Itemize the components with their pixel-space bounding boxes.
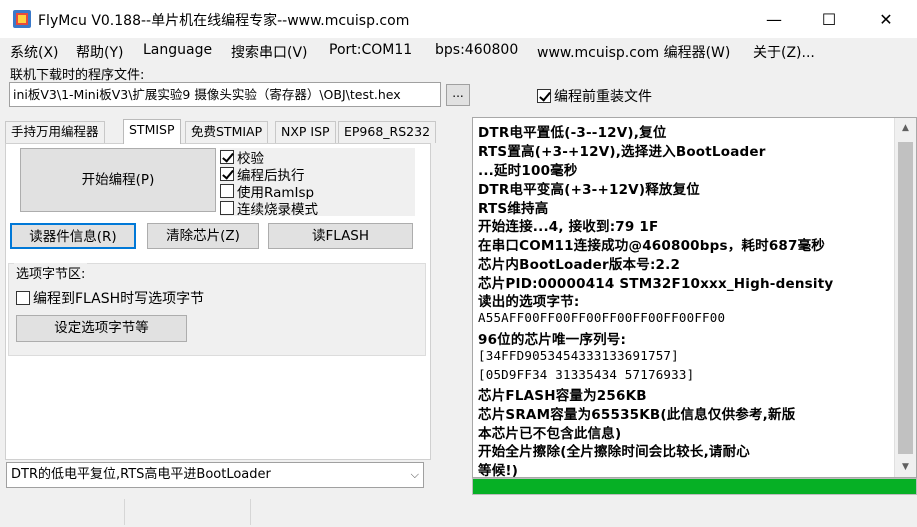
log-scrollbar[interactable]: ▲ ▼ xyxy=(894,118,916,477)
ramisp-check-box[interactable] xyxy=(220,183,234,198)
ramisp-checkbox[interactable]: 使用RamIsp xyxy=(220,182,415,201)
log-line: 在串口COM11连接成功@460800bps，耗时687毫秒 xyxy=(478,238,826,254)
progress-bar xyxy=(472,478,917,495)
menu-bar: 系统(X) 帮助(Y) Language 搜索串口(V) Port:COM11 … xyxy=(0,40,917,62)
reload-file-check-box[interactable] xyxy=(537,89,551,103)
log-line: RTS置高(+3-+12V),选择进入BootLoader xyxy=(478,144,766,160)
menu-help[interactable]: 帮助(Y) xyxy=(76,42,123,62)
write-option-bytes-label: 编程到FLASH时写选项字节 xyxy=(33,291,205,307)
log-output[interactable]: DTR电平置低(-3--12V),复位 RTS置高(+3-+12V),选择进入B… xyxy=(472,117,917,478)
log-line: 开始连接...4, 接收到:79 1F xyxy=(478,219,659,235)
menu-system[interactable]: 系统(X) xyxy=(10,42,59,62)
continuous-checkbox[interactable]: 连续烧录模式 xyxy=(220,199,415,218)
write-option-bytes-checkbox[interactable]: 编程到FLASH时写选项字节 xyxy=(16,288,204,308)
app-icon xyxy=(13,10,31,28)
read-flash-button[interactable]: 读FLASH xyxy=(268,223,413,249)
reset-mode-select[interactable]: DTR的低电平复位,RTS高电平进BootLoader ⌵ xyxy=(6,462,424,488)
tab-stmiap[interactable]: 免费STMIAP xyxy=(185,121,269,143)
log-line: 本芯片已不包含此信息) xyxy=(478,426,622,442)
window-title: FlyMcu V0.188--单片机在线编程专家--www.mcuisp.com xyxy=(38,13,410,29)
option-byte-group-title: 选项字节区: xyxy=(14,263,88,282)
scroll-up-icon[interactable]: ▲ xyxy=(895,118,916,138)
read-device-info-button[interactable]: 读器件信息(R) xyxy=(10,223,136,249)
chevron-down-icon[interactable]: ⌵ xyxy=(411,463,419,487)
scroll-down-icon[interactable]: ▼ xyxy=(895,457,916,477)
tab-handheld[interactable]: 手持万用编程器 xyxy=(5,121,105,143)
start-program-button[interactable]: 开始编程(P) xyxy=(20,148,216,212)
log-line: DTR电平变高(+3-+12V)释放复位 xyxy=(478,182,701,198)
progress-bar-fill xyxy=(473,479,916,494)
verify-check-box[interactable] xyxy=(220,149,234,164)
reload-file-checkbox[interactable]: 编程前重装文件 xyxy=(537,86,652,106)
continuous-check-box[interactable] xyxy=(220,200,234,215)
status-bar xyxy=(0,497,917,527)
log-line: 读出的选项字节: xyxy=(478,294,580,310)
minimize-button[interactable]: — xyxy=(751,0,797,38)
erase-chip-button[interactable]: 清除芯片(Z) xyxy=(147,223,259,249)
log-line: DTR电平置低(-3--12V),复位 xyxy=(478,125,667,141)
file-path-label: 联机下载时的程序文件: xyxy=(10,68,145,83)
log-line: 等候!) xyxy=(478,463,519,478)
file-path-field[interactable]: ini板V3\1-Mini板V3\扩展实验9 摄像头实验（寄存器）\OBJ\te… xyxy=(9,82,441,107)
menu-programmer[interactable]: www.mcuisp.com 编程器(W) xyxy=(537,42,730,62)
title-bar: FlyMcu V0.188--单片机在线编程专家--www.mcuisp.com… xyxy=(0,0,917,38)
status-cell xyxy=(250,499,251,525)
tab-stmisp[interactable]: STMISP xyxy=(123,119,181,144)
run-after-checkbox[interactable]: 编程后执行 xyxy=(220,165,415,184)
menu-port[interactable]: Port:COM11 xyxy=(329,42,412,58)
log-line: 开始全片擦除(全片擦除时间会比较长,请耐心 xyxy=(478,444,750,460)
menu-bps[interactable]: bps:460800 xyxy=(435,42,518,58)
status-cell xyxy=(124,499,125,525)
continuous-label: 连续烧录模式 xyxy=(237,201,318,218)
menu-language[interactable]: Language xyxy=(143,42,212,58)
log-line: A55AFF00FF00FF00FF00FF00FF00FF00 xyxy=(478,310,726,325)
reset-mode-value: DTR的低电平复位,RTS高电平进BootLoader xyxy=(11,467,271,482)
log-line: 芯片内BootLoader版本号:2.2 xyxy=(478,257,681,273)
maximize-button[interactable]: ☐ xyxy=(806,0,852,38)
log-line: 96位的芯片唯一序列号: xyxy=(478,332,627,348)
log-line: 芯片FLASH容量为256KB xyxy=(478,388,647,404)
tab-nxp-isp[interactable]: NXP ISP xyxy=(275,121,336,143)
log-line: [05D9FF34 31335434 57176933] xyxy=(478,367,695,382)
browse-button[interactable]: ... xyxy=(446,84,470,106)
log-line: ...延时100毫秒 xyxy=(478,163,578,179)
menu-search-port[interactable]: 搜索串口(V) xyxy=(231,42,308,62)
set-option-bytes-button[interactable]: 设定选项字节等 xyxy=(16,315,187,342)
log-line: RTS维持高 xyxy=(478,201,549,217)
reload-file-label: 编程前重装文件 xyxy=(554,89,652,105)
close-button[interactable]: ✕ xyxy=(863,0,909,38)
write-option-bytes-check-box[interactable] xyxy=(16,291,30,305)
scroll-thumb[interactable] xyxy=(898,142,913,454)
log-line: 芯片SRAM容量为65535KB(此信息仅供参考,新版 xyxy=(478,407,796,423)
run-after-check-box[interactable] xyxy=(220,166,234,181)
menu-about[interactable]: 关于(Z)... xyxy=(753,42,815,62)
log-line: [34FFD9053454333133691757] xyxy=(478,348,679,363)
tab-ep968[interactable]: EP968_RS232 xyxy=(338,121,437,143)
verify-checkbox[interactable]: 校验 xyxy=(220,148,415,167)
log-line: 芯片PID:00000414 STM32F10xxx_High-density xyxy=(478,276,834,292)
